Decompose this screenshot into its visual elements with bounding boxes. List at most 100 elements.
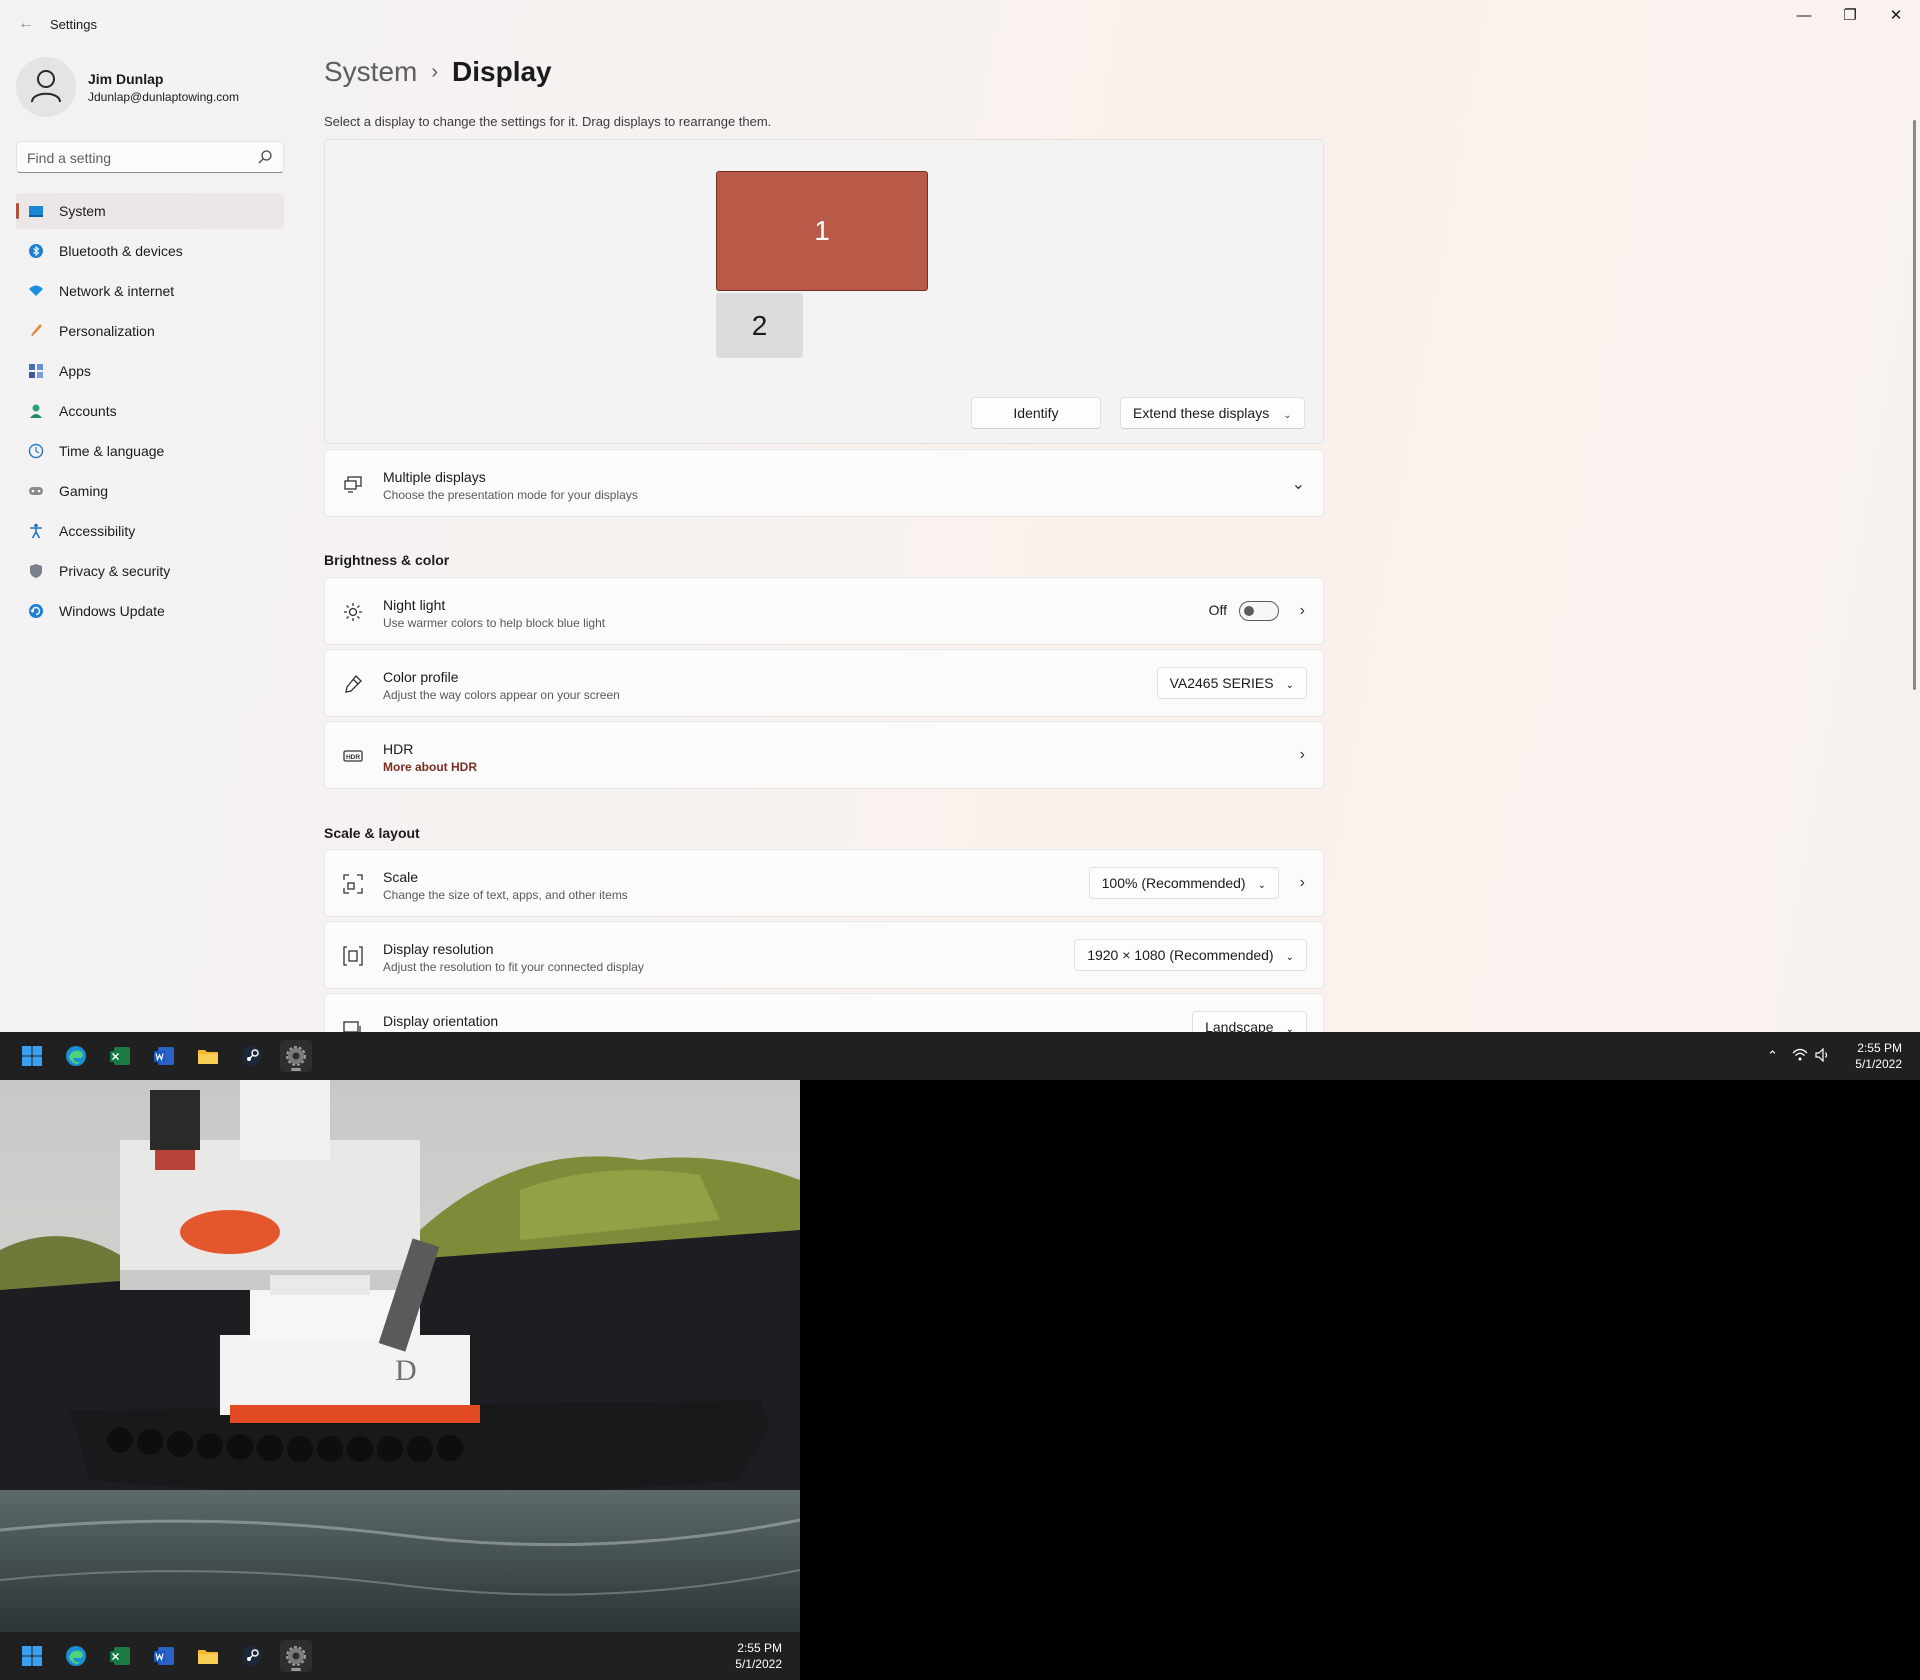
taskbar-file-explorer[interactable] bbox=[192, 1040, 224, 1072]
sidebar-item-gaming[interactable]: Gaming bbox=[16, 473, 284, 509]
sidebar-item-windows-update[interactable]: Windows Update bbox=[16, 593, 284, 629]
svg-text:D: D bbox=[395, 1354, 417, 1387]
shield-icon bbox=[30, 564, 42, 578]
app-title: Settings bbox=[50, 17, 97, 32]
orientation-dropdown[interactable]: Landscape ⌄ bbox=[1192, 1011, 1307, 1032]
minimize-button[interactable]: — bbox=[1781, 0, 1827, 32]
brightness-icon bbox=[344, 603, 362, 621]
chevron-down-icon[interactable]: ⌄ bbox=[1292, 474, 1305, 494]
chevron-right-icon: › bbox=[431, 61, 439, 83]
taskbar-edge[interactable] bbox=[60, 1040, 92, 1072]
sidebar-item-label: Bluetooth & devices bbox=[59, 243, 183, 259]
taskbar-excel[interactable] bbox=[104, 1040, 136, 1072]
taskbar-excel[interactable] bbox=[104, 1640, 136, 1672]
color-profile-dropdown[interactable]: VA2465 SERIES ⌄ bbox=[1156, 667, 1307, 699]
tugboat-wallpaper-image: D bbox=[0, 1080, 800, 1632]
sidebar-item-accessibility[interactable]: Accessibility bbox=[16, 513, 284, 549]
taskbar-secondary: 2:55 PM 5/1/2022 bbox=[0, 1632, 800, 1680]
sidebar-item-label: Gaming bbox=[59, 483, 109, 499]
scale-dropdown[interactable]: 100% (Recommended) ⌄ bbox=[1088, 867, 1279, 899]
card-title: Color profile bbox=[383, 669, 459, 685]
sidebar-item-label: Privacy & security bbox=[59, 563, 171, 579]
night-light-toggle[interactable] bbox=[1239, 601, 1279, 621]
sidebar-item-label: System bbox=[59, 203, 106, 219]
scale-value: 100% (Recommended) bbox=[1101, 875, 1246, 891]
sidebar-item-label: Accounts bbox=[59, 403, 117, 419]
taskbar-primary: ⌃ 2:55 PM 5/1/2022 bbox=[0, 1032, 1920, 1080]
sidebar-item-time-language[interactable]: Time & language bbox=[16, 433, 284, 469]
identify-button[interactable]: Identify bbox=[971, 397, 1101, 429]
monitor-2-tile[interactable]: 2 bbox=[716, 293, 803, 358]
resolution-dropdown[interactable]: 1920 × 1080 (Recommended) ⌄ bbox=[1074, 939, 1307, 971]
scale-icon bbox=[343, 874, 363, 894]
edge-icon bbox=[66, 1646, 86, 1666]
excel-icon bbox=[110, 1047, 130, 1065]
maximize-button[interactable]: ❐ bbox=[1827, 0, 1873, 32]
taskbar-word[interactable] bbox=[148, 1640, 180, 1672]
clock-date: 5/1/2022 bbox=[1855, 1057, 1902, 1071]
clock-time: 2:55 PM bbox=[1857, 1041, 1902, 1055]
apps-icon bbox=[29, 364, 43, 378]
sidebar-item-network[interactable]: Network & internet bbox=[16, 273, 284, 309]
sidebar-item-label: Accessibility bbox=[59, 523, 136, 539]
sidebar-item-system[interactable]: System bbox=[16, 193, 284, 229]
taskbar-settings[interactable] bbox=[280, 1040, 312, 1072]
avatar bbox=[16, 57, 76, 117]
sidebar-item-privacy[interactable]: Privacy & security bbox=[16, 553, 284, 589]
taskbar-file-explorer[interactable] bbox=[192, 1640, 224, 1672]
system-icon bbox=[29, 206, 43, 217]
monitor-1-tile[interactable]: 1 bbox=[716, 171, 928, 291]
scale-card[interactable]: Scale Change the size of text, apps, and… bbox=[324, 849, 1324, 917]
taskbar-edge[interactable] bbox=[60, 1640, 92, 1672]
page-title: Display bbox=[452, 56, 552, 87]
multiple-displays-card[interactable]: Multiple displays Choose the presentatio… bbox=[324, 449, 1324, 517]
taskbar-steam[interactable] bbox=[236, 1640, 268, 1672]
title-bar: ← Settings — ❐ ✕ bbox=[0, 0, 1920, 48]
word-icon bbox=[154, 1647, 174, 1665]
multiple-displays-icon bbox=[344, 476, 362, 493]
taskbar-steam[interactable] bbox=[236, 1040, 268, 1072]
chevron-right-icon[interactable]: › bbox=[1300, 602, 1305, 620]
display-orientation-card: Display orientation Landscape ⌄ bbox=[324, 993, 1324, 1032]
night-light-state: Off bbox=[1208, 602, 1227, 618]
hdr-learn-more-link[interactable]: More about HDR bbox=[383, 760, 477, 774]
start-button[interactable] bbox=[16, 1640, 48, 1672]
system-clock[interactable]: 2:55 PM 5/1/2022 bbox=[1855, 1040, 1902, 1072]
sidebar-item-personalization[interactable]: Personalization bbox=[16, 313, 284, 349]
display-mode-dropdown[interactable]: Extend these displays ⌄ bbox=[1120, 397, 1305, 429]
display-mode-value: Extend these displays bbox=[1133, 405, 1270, 421]
close-button[interactable]: ✕ bbox=[1873, 0, 1919, 32]
display-resolution-card: Display resolution Adjust the resolution… bbox=[324, 921, 1324, 989]
hdr-icon: HDR bbox=[343, 750, 363, 762]
chevron-down-icon: ⌄ bbox=[1283, 410, 1292, 421]
system-clock[interactable]: 2:55 PM 5/1/2022 bbox=[735, 1640, 782, 1672]
settings-search[interactable] bbox=[16, 141, 284, 173]
search-input[interactable] bbox=[27, 148, 247, 168]
breadcrumb-parent[interactable]: System bbox=[324, 56, 417, 87]
sidebar-item-accounts[interactable]: Accounts bbox=[16, 393, 284, 429]
wifi-icon[interactable] bbox=[1792, 1048, 1808, 1065]
eyedropper-icon bbox=[345, 675, 362, 693]
scrollbar[interactable] bbox=[1913, 120, 1916, 690]
steam-icon bbox=[242, 1646, 262, 1666]
taskbar-settings[interactable] bbox=[280, 1640, 312, 1672]
resolution-value: 1920 × 1080 (Recommended) bbox=[1087, 947, 1274, 963]
card-subtitle: Change the size of text, apps, and other… bbox=[383, 888, 628, 902]
chevron-down-icon: ⌄ bbox=[1285, 952, 1294, 963]
chevron-up-icon[interactable]: ⌃ bbox=[1767, 1048, 1778, 1064]
back-arrow-icon[interactable]: ← bbox=[14, 12, 38, 36]
start-button[interactable] bbox=[16, 1040, 48, 1072]
sidebar-item-bluetooth[interactable]: Bluetooth & devices bbox=[16, 233, 284, 269]
hdr-card[interactable]: HDR HDR More about HDR › bbox=[324, 721, 1324, 789]
chevron-right-icon[interactable]: › bbox=[1300, 746, 1305, 764]
color-profile-card: Color profile Adjust the way colors appe… bbox=[324, 649, 1324, 717]
speaker-icon[interactable] bbox=[1815, 1047, 1831, 1065]
sidebar-item-apps[interactable]: Apps bbox=[16, 353, 284, 389]
person-icon bbox=[30, 404, 42, 418]
section-title-brightness: Brightness & color bbox=[324, 552, 450, 568]
user-name: Jim Dunlap bbox=[88, 71, 164, 87]
night-light-card[interactable]: Night light Use warmer colors to help bl… bbox=[324, 577, 1324, 645]
taskbar-word[interactable] bbox=[148, 1040, 180, 1072]
chevron-right-icon[interactable]: › bbox=[1300, 874, 1305, 892]
user-email: Jdunlap@dunlaptowing.com bbox=[88, 90, 239, 104]
